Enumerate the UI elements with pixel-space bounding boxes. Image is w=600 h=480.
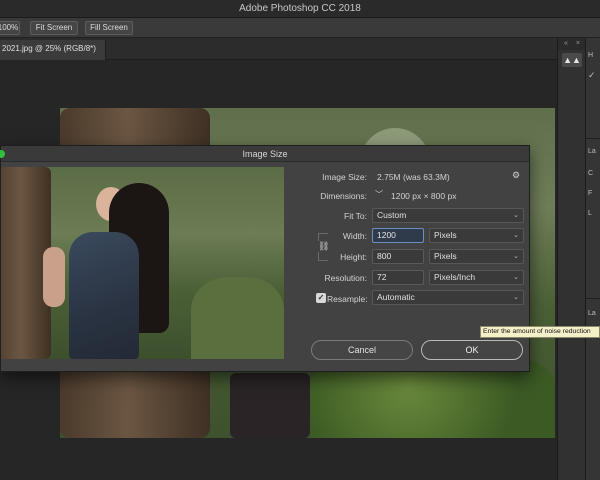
chevron-down-icon: ⌄ [513,212,519,219]
collapse-icon[interactable]: « [564,40,568,47]
image-size-label: Image Size: [322,172,367,182]
panel-label-layers-2[interactable]: La [588,310,596,317]
chevron-down-icon: ⌄ [513,294,519,301]
dialog-title: Image Size [242,149,288,159]
height-unit-value: Pixels [434,251,457,261]
image-preview[interactable] [1,167,284,359]
resolution-unit-select[interactable]: Pixels/Inch ⌄ [429,270,524,285]
app-title: Adobe Photoshop CC 2018 [239,3,361,14]
dimensions-value: 1200 px × 800 px [391,191,457,201]
width-input[interactable]: 1200 [372,228,424,243]
figure-dress [69,232,139,359]
chain-link-icon[interactable]: ⛓ [318,241,330,252]
dimensions-label: Dimensions: [320,191,367,201]
width-label: Width: [342,231,367,241]
fill-screen-button[interactable]: Fill Screen [85,21,133,35]
resolution-unit-value: Pixels/Inch [434,272,476,282]
app-title-bar: Adobe Photoshop CC 2018 [0,0,600,18]
resolution-label: Resolution: [324,273,367,283]
options-bar: 100% Fit Screen Fill Screen [0,18,600,38]
fit-to-select[interactable]: Custom ⌄ [372,208,524,223]
width-unit-value: Pixels [434,230,457,240]
resample-checkbox[interactable]: ✓ [316,293,326,303]
tooltip: Enter the amount of noise reduction [480,326,600,338]
height-label: Height: [340,252,367,262]
panel-label-c[interactable]: C [588,170,593,177]
panel-divider [586,138,600,139]
brush-icon[interactable]: ✓ [588,70,596,81]
resample-label: Resample: [327,294,368,304]
panel-label-layers[interactable]: La [588,148,596,155]
gear-icon[interactable]: ⚙ [512,170,520,181]
width-value: 1200 [377,230,396,240]
ok-button[interactable]: OK [421,340,523,360]
panel-dock-expanded: H ✓ La C F L La [585,38,600,480]
resample-value: Automatic [377,292,415,302]
zoom-100-button[interactable]: 100% [0,21,20,35]
chevron-down-icon: ⌄ [513,274,519,281]
fit-screen-button[interactable]: Fit Screen [30,21,78,35]
fit-to-value: Custom [377,210,407,220]
chevron-down-icon: ⌄ [513,232,519,239]
fit-to-label: Fit To: [344,211,367,221]
resolution-input[interactable]: 72 [372,270,424,285]
width-unit-select[interactable]: Pixels ⌄ [429,228,524,243]
chevron-down-icon: ⌄ [513,253,519,260]
image-size-dialog: Image Size Image Size: 2.75M (was 63.3M)… [0,145,530,372]
panel-dock-collapsed: « × ▲▲ [557,38,586,480]
height-input[interactable]: 800 [372,249,424,264]
image-size-value: 2.75M (was 63.3M) [377,172,450,182]
chevron-down-icon[interactable]: ﹀ [375,189,383,200]
panel-divider [586,298,600,299]
resample-select[interactable]: Automatic ⌄ [372,290,524,305]
document-tab-bar: 2021.jpg @ 25% (RGB/8*) [0,38,557,60]
figure-dress [230,373,310,438]
dialog-title-bar[interactable]: Image Size [0,146,529,162]
window-zoom-button[interactable] [0,150,5,158]
document-tab[interactable]: 2021.jpg @ 25% (RGB/8*) [0,40,106,60]
arm [43,247,65,307]
height-unit-select[interactable]: Pixels ⌄ [429,249,524,264]
cancel-button[interactable]: Cancel [311,340,413,360]
height-value: 800 [377,251,392,261]
panel-label-h[interactable]: H [588,52,593,59]
resolution-value: 72 [377,272,387,282]
close-panel-icon[interactable]: × [576,40,580,47]
document-tab-label: 2021.jpg @ 25% (RGB/8*) [2,44,96,53]
histogram-icon[interactable]: ▲▲ [562,53,582,67]
panel-label-l[interactable]: L [588,210,592,217]
tooltip-text: Enter the amount of noise reduction [483,328,591,335]
background-greenery [191,277,284,359]
panel-label-f[interactable]: F [588,190,592,197]
dock-header: « × [558,38,586,50]
